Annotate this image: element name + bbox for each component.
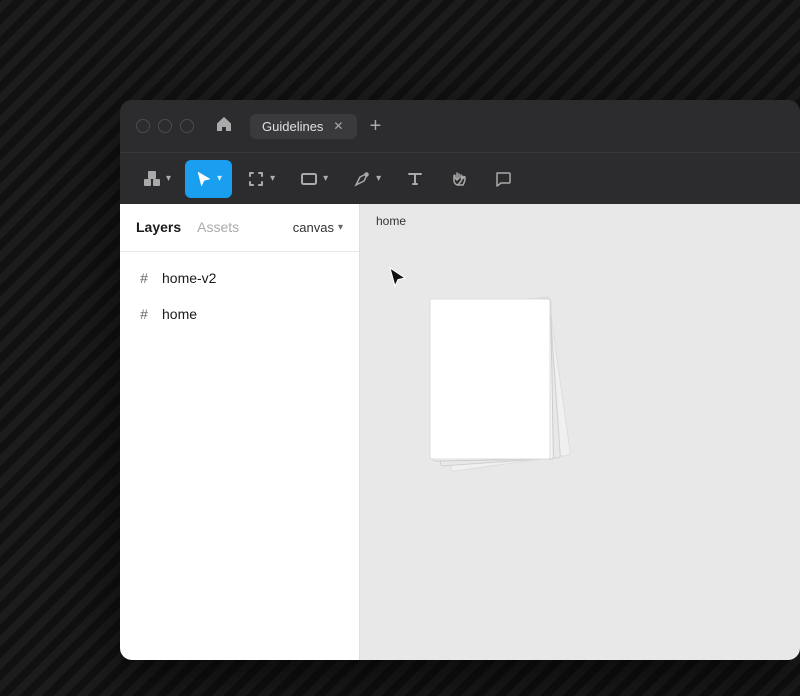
layer-item[interactable]: # home xyxy=(120,296,359,332)
layer-item[interactable]: # home-v2 xyxy=(120,260,359,296)
component-chevron: ▾ xyxy=(166,173,171,184)
window-maximize-btn[interactable] xyxy=(180,119,194,133)
panel-header: Layers Assets canvas ▾ xyxy=(120,204,359,252)
tab-close-btn[interactable]: ✕ xyxy=(331,119,345,133)
layers-tab[interactable]: Layers xyxy=(136,219,181,237)
app-window: Guidelines ✕ + ▾ ▾ xyxy=(120,100,800,660)
select-tool-btn[interactable]: ▾ xyxy=(185,160,232,198)
assets-tab[interactable]: Assets xyxy=(197,219,239,237)
window-close-btn[interactable] xyxy=(136,119,150,133)
canvas-frame-label: home xyxy=(376,214,406,228)
pen-tool-btn[interactable]: ▾ xyxy=(342,160,391,198)
canvas-label: canvas xyxy=(293,220,334,235)
canvas-selector[interactable]: canvas ▾ xyxy=(293,220,343,235)
frame-icon: # xyxy=(136,306,152,322)
window-controls xyxy=(136,119,194,133)
rect-chevron: ▾ xyxy=(323,173,328,184)
layer-name: home-v2 xyxy=(162,270,216,286)
home-icon[interactable] xyxy=(214,114,234,139)
title-bar: Guidelines ✕ + xyxy=(120,100,800,152)
window-minimize-btn[interactable] xyxy=(158,119,172,133)
text-tool-btn[interactable] xyxy=(395,160,435,198)
layers-list: # home-v2 # home xyxy=(120,252,359,660)
tabs-area: Guidelines ✕ + xyxy=(250,112,784,140)
frame-icon: # xyxy=(136,270,152,286)
canvas-chevron-icon: ▾ xyxy=(338,222,343,233)
comment-tool-btn[interactable] xyxy=(483,160,523,198)
canvas-visual xyxy=(360,234,800,660)
canvas-area[interactable]: home xyxy=(360,204,800,660)
hand-tool-btn[interactable] xyxy=(439,160,479,198)
tab-label: Guidelines xyxy=(262,119,323,134)
tab-guidelines[interactable]: Guidelines ✕ xyxy=(250,114,357,139)
layer-name: home xyxy=(162,306,197,322)
frame-chevron: ▾ xyxy=(270,173,275,184)
pen-chevron: ▾ xyxy=(376,173,381,184)
frame-tool-btn[interactable]: ▾ xyxy=(236,160,285,198)
content-area: Layers Assets canvas ▾ # home-v2 # home xyxy=(120,204,800,660)
add-tab-btn[interactable]: + xyxy=(361,112,389,140)
rect-tool-btn[interactable]: ▾ xyxy=(289,160,338,198)
component-tool-btn[interactable]: ▾ xyxy=(132,160,181,198)
layers-panel: Layers Assets canvas ▾ # home-v2 # home xyxy=(120,204,360,660)
select-chevron: ▾ xyxy=(217,173,222,184)
toolbar: ▾ ▾ ▾ ▾ ▾ xyxy=(120,152,800,204)
